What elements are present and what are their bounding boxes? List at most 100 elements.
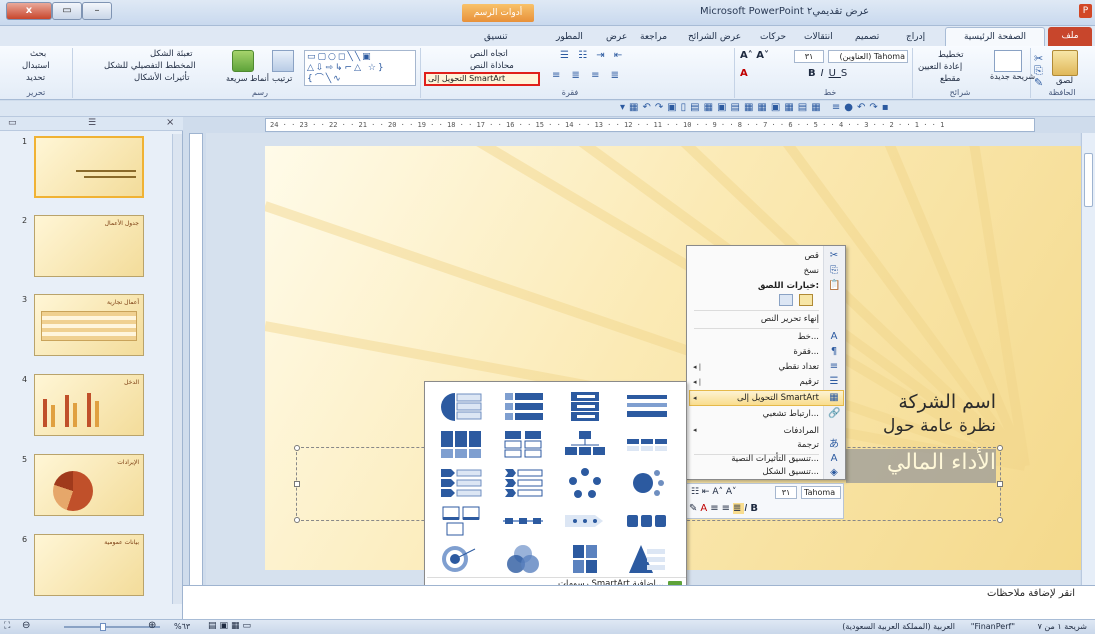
font-name-select[interactable]: (العناوين) Tahoma xyxy=(828,50,908,63)
smartart-basic-process-icon[interactable] xyxy=(623,502,671,540)
smartart-table-list-icon[interactable] xyxy=(437,426,485,464)
slide-thumb-2[interactable]: جدول الأعمال xyxy=(34,215,144,277)
smartart-process-arrow-icon[interactable] xyxy=(561,502,609,540)
tab-format[interactable]: تنسيق xyxy=(484,28,507,46)
arrange-button[interactable]: ترتيب xyxy=(272,74,292,84)
slides-pane-scrollbar[interactable] xyxy=(172,134,182,604)
zoom-in-icon[interactable]: ⊕ xyxy=(148,620,156,631)
paste-keep-source-icon[interactable] xyxy=(779,294,793,306)
minimize-button[interactable]: – xyxy=(82,2,112,20)
smartart-horizontal-list-icon[interactable] xyxy=(623,388,671,426)
text-direction-button[interactable]: اتجاه النص xyxy=(470,49,508,59)
zoom-level[interactable]: %٦٣ xyxy=(174,622,190,631)
smartart-chevron-list-icon[interactable] xyxy=(437,464,485,502)
resize-handle[interactable] xyxy=(294,481,300,487)
font-style-buttons[interactable]: BIUS xyxy=(808,68,852,79)
font-color-icon[interactable]: A xyxy=(740,68,748,79)
smartart-pyramid-icon[interactable] xyxy=(623,540,671,578)
tab-developer[interactable]: المطور xyxy=(556,28,583,46)
resize-handle[interactable] xyxy=(997,481,1003,487)
paste-icon[interactable] xyxy=(1052,50,1078,76)
menu-translate[interactable]: ترجمة xyxy=(797,438,819,453)
new-slide-icon[interactable] xyxy=(994,50,1022,72)
fit-slide-icon[interactable]: ⛶ xyxy=(4,621,10,631)
shapes-gallery[interactable]: ▭▢○◻╲╲▣ △⇩⇨↳⌐△ ☆}{⌒╲∿ xyxy=(304,50,416,86)
menu-bullets[interactable]: تعداد نقطي xyxy=(779,360,820,375)
smartart-hierarchy-icon[interactable] xyxy=(561,426,609,464)
canvas-scrollbar[interactable] xyxy=(1081,133,1095,603)
smartart-target-icon[interactable] xyxy=(437,540,485,578)
tab-file[interactable]: ملف xyxy=(1048,27,1092,46)
smartart-vertical-box-list-icon[interactable] xyxy=(561,388,609,426)
slide-thumb-3[interactable]: أعمال تجارية xyxy=(34,294,144,356)
resize-handle[interactable] xyxy=(294,517,300,523)
quick-styles-icon[interactable] xyxy=(232,50,254,72)
quick-styles-button[interactable]: أنماط سريعة xyxy=(226,74,269,83)
slides-tab-icon[interactable]: ▭ xyxy=(8,118,17,128)
smartart-radial-icon[interactable] xyxy=(623,464,671,502)
zoom-slider-thumb[interactable] xyxy=(100,623,106,631)
tab-slideshow[interactable]: عرض الشرائح xyxy=(688,28,741,46)
notes-placeholder[interactable]: انقر لإضافة ملاحظات xyxy=(987,588,1075,599)
slide-thumb-5[interactable]: الإيرادات xyxy=(34,454,144,516)
shape-outline-button[interactable]: المخطط التفصيلي للشكل xyxy=(104,61,196,71)
slide-company-name[interactable]: اسم الشركة xyxy=(846,391,996,413)
vertical-ruler[interactable] xyxy=(189,133,203,599)
section-button[interactable]: مقطع xyxy=(940,74,960,84)
slide-thumb-4[interactable]: الدخل xyxy=(34,374,144,436)
shape-fill-button[interactable]: تعبئة الشكل xyxy=(150,49,193,59)
new-slide-button[interactable]: شريحة جديدة xyxy=(990,72,1035,81)
smartart-basic-timeline-icon[interactable] xyxy=(499,502,547,540)
mini-format-icons[interactable]: ✎A≡≡≣IB xyxy=(689,503,761,514)
font-size-select[interactable]: ٣١ xyxy=(794,50,824,63)
slide-thumb-6[interactable]: بيانات عمومية xyxy=(34,534,144,596)
tab-home[interactable]: الصفحة الرئيسية xyxy=(945,27,1045,46)
tab-design[interactable]: تصميم xyxy=(855,28,879,46)
slide-thumb-1[interactable] xyxy=(34,136,144,198)
select-button[interactable]: تحديد xyxy=(26,73,45,83)
menu-paragraph[interactable]: فقرة... xyxy=(793,345,819,360)
menu-font[interactable]: خط... xyxy=(798,330,819,345)
mini-size-select[interactable]: ٣١ xyxy=(775,486,797,499)
reset-button[interactable]: إعادة التعيين xyxy=(918,62,962,72)
menu-synonyms[interactable]: المرادفات xyxy=(784,424,819,439)
menu-copy[interactable]: نسخ xyxy=(804,264,819,279)
zoom-slider[interactable] xyxy=(64,626,160,628)
view-buttons[interactable]: ▤▣▦▭ xyxy=(208,621,254,631)
zoom-out-icon[interactable]: ⊖ xyxy=(22,620,30,631)
tab-view[interactable]: عرض xyxy=(606,28,627,46)
smartart-stacked-list-icon[interactable] xyxy=(499,388,547,426)
resize-handle[interactable] xyxy=(997,517,1003,523)
resize-handle[interactable] xyxy=(294,445,300,451)
mini-grow-shrink-icon[interactable]: ☷ ⇤ A˄ A˅ xyxy=(691,487,737,497)
menu-format-shape[interactable]: تنسيق الشكل... xyxy=(762,465,819,480)
shape-effects-button[interactable]: تأثيرات الأشكال xyxy=(134,73,189,83)
resize-handle[interactable] xyxy=(997,445,1003,451)
smartart-vertical-chevron-icon[interactable] xyxy=(499,464,547,502)
close-pane-icon[interactable]: × xyxy=(166,117,174,128)
close-button[interactable]: x xyxy=(6,2,52,20)
slide-subtitle[interactable]: نظرة عامة حول xyxy=(846,416,996,436)
smartart-horizontal-bullet-icon[interactable] xyxy=(623,426,671,464)
smartart-picture-list-icon[interactable] xyxy=(437,502,485,540)
smartart-grouped-list-icon[interactable] xyxy=(499,426,547,464)
align-text-button[interactable]: محاذاة النص xyxy=(470,61,514,71)
find-button[interactable]: بحث xyxy=(30,49,46,59)
grow-font-icon[interactable]: A˄ A˅ xyxy=(740,50,769,61)
menu-hyperlink[interactable]: ارتباط تشعبي... xyxy=(763,407,819,422)
tab-animations[interactable]: حركات xyxy=(760,28,786,46)
menu-numbering[interactable]: ترقيم xyxy=(800,375,819,390)
maximize-button[interactable]: ▭ xyxy=(52,2,82,20)
menu-exit-edit[interactable]: إنهاء تحرير النص xyxy=(761,312,819,327)
scroll-thumb[interactable] xyxy=(1084,153,1093,207)
slide-title-selected[interactable]: الأداء المالي xyxy=(846,450,996,475)
smartart-venn-icon[interactable] xyxy=(499,540,547,578)
tab-review[interactable]: مراجعة xyxy=(640,28,667,46)
horizontal-ruler[interactable]: 24 · · 23 · · 22 · · 21 · · 20 · · 19 · … xyxy=(265,118,1035,132)
alignment-buttons[interactable]: ≡ ≣ ≡ ≣ xyxy=(552,70,623,81)
convert-to-smartart-button[interactable]: التحويل إلى SmartArt xyxy=(424,72,540,86)
tab-insert[interactable]: إدراج xyxy=(906,28,925,46)
paste-text-only-icon[interactable] xyxy=(799,294,813,306)
smartart-vertical-bullet-list-icon[interactable] xyxy=(437,388,485,426)
paste-button[interactable]: لصق xyxy=(1056,76,1073,86)
